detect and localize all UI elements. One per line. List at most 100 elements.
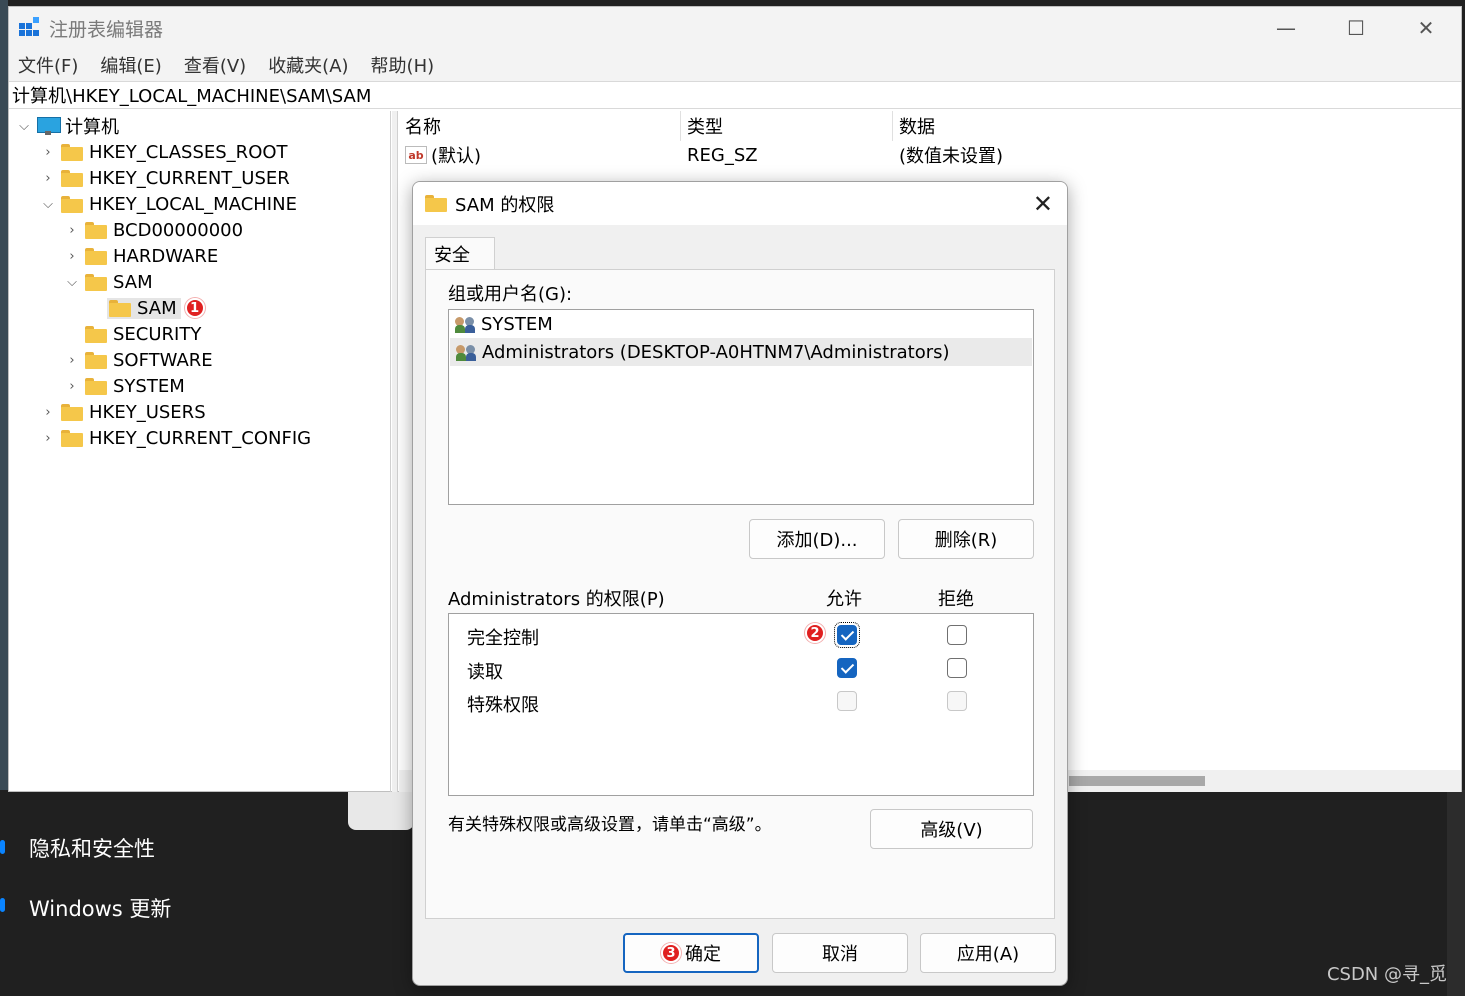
tree-node-software[interactable]: › SOFTWARE: [65, 347, 212, 373]
step-badge-2: 2: [805, 623, 825, 643]
registry-tree: ⌵ 计算机 › HKEY_CLASSES_ROOT › HKEY_CURRENT…: [9, 111, 391, 792]
list-header: 名称 类型 数据: [399, 111, 1461, 141]
remove-button[interactable]: 删除(R): [898, 519, 1034, 559]
tree-node-sam-sam-selected[interactable]: SAM 1: [107, 295, 205, 321]
dialog-title-bar[interactable]: SAM 的权限: [413, 182, 1067, 225]
title-bar[interactable]: 注册表编辑器 — ☐ ✕: [9, 7, 1461, 49]
tree-node-hku[interactable]: › HKEY_USERS: [41, 399, 205, 425]
chevron-down-icon[interactable]: ⌵: [17, 119, 31, 134]
tree-node-computer[interactable]: ⌵ 计算机: [17, 113, 119, 139]
folder-icon: [85, 221, 107, 239]
background-window-edge: [1447, 790, 1465, 996]
chevron-down-icon[interactable]: ⌵: [65, 275, 79, 290]
address-bar[interactable]: 计算机\HKEY_LOCAL_MACHINE\SAM\SAM: [9, 81, 1461, 109]
window-title: 注册表编辑器: [49, 18, 164, 41]
apply-button[interactable]: 应用(A): [920, 933, 1056, 973]
settings-indicator: [0, 840, 5, 854]
menu-file[interactable]: 文件(F): [18, 52, 78, 78]
user-name: SYSTEM: [481, 313, 553, 335]
tree-node-bcd[interactable]: › BCD00000000: [65, 217, 243, 243]
full-control-allow-checkbox[interactable]: [834, 622, 860, 648]
value-data: (数值未设置): [899, 146, 1004, 167]
string-value-icon: ab: [405, 146, 427, 164]
permission-full-control: 完全控制: [467, 628, 539, 649]
tree-node-hkcr[interactable]: › HKEY_CLASSES_ROOT: [41, 139, 288, 165]
tree-label: SAM: [113, 271, 153, 293]
tree-node-hklm[interactable]: ⌵ HKEY_LOCAL_MACHINE: [41, 191, 297, 217]
menu-favorites[interactable]: 收藏夹(A): [268, 52, 348, 78]
step-badge-3: 3: [661, 943, 681, 963]
permissions-label: Administrators 的权限(P): [448, 589, 665, 610]
menu-help[interactable]: 帮助(H): [371, 52, 435, 78]
deny-header: 拒绝: [938, 589, 974, 610]
folder-icon: [61, 195, 83, 213]
tree-label: HKEY_LOCAL_MACHINE: [89, 193, 297, 215]
permissions-list: 完全控制 2 读取 特殊权限: [448, 613, 1034, 796]
tree-node-hkcu[interactable]: › HKEY_CURRENT_USER: [41, 165, 290, 191]
chevron-right-icon[interactable]: ›: [65, 249, 79, 264]
list-item-selected[interactable]: Administrators (DESKTOP-A0HTNM7\Administ…: [450, 338, 1032, 366]
read-deny-checkbox[interactable]: [947, 658, 967, 678]
full-control-deny-checkbox[interactable]: [947, 625, 967, 645]
dialog-title: SAM 的权限: [455, 194, 555, 216]
permissions-dialog: SAM 的权限 ✕ 安全 组或用户名(G): SYSTEM Administra…: [412, 181, 1068, 986]
value-name: (默认): [431, 146, 482, 167]
folder-icon: [85, 247, 107, 265]
tree-node-system[interactable]: › SYSTEM: [65, 373, 184, 399]
watermark: CSDN @寻_觅: [1326, 964, 1447, 985]
chevron-right-icon[interactable]: ›: [41, 405, 55, 420]
column-header-data[interactable]: 数据: [893, 111, 1193, 141]
chevron-right-icon[interactable]: ›: [41, 431, 55, 446]
list-item[interactable]: SYSTEM: [449, 310, 1033, 338]
settings-item-windows-update[interactable]: Windows 更新: [29, 893, 171, 923]
tree-label: HKEY_CURRENT_CONFIG: [89, 427, 312, 449]
tree-node-hkcc[interactable]: › HKEY_CURRENT_CONFIG: [41, 425, 311, 451]
add-button[interactable]: 添加(D)...: [749, 519, 885, 559]
tab-security[interactable]: 安全: [425, 237, 495, 270]
close-button[interactable]: ✕: [1391, 7, 1461, 49]
tree-node-sam[interactable]: ⌵ SAM: [65, 269, 153, 295]
ok-label: 确定: [685, 944, 721, 965]
pane-splitter[interactable]: [392, 111, 398, 792]
chevron-down-icon[interactable]: ⌵: [41, 197, 55, 212]
tree-label: HKEY_CURRENT_USER: [89, 167, 290, 189]
close-icon[interactable]: ✕: [1033, 190, 1053, 218]
background-window: [348, 790, 414, 830]
tree-label: BCD00000000: [113, 219, 244, 241]
chevron-right-icon[interactable]: ›: [65, 379, 79, 394]
permission-read: 读取: [467, 662, 503, 683]
settings-indicator: [0, 898, 5, 912]
cancel-button[interactable]: 取消: [772, 933, 908, 973]
folder-icon: [61, 429, 83, 447]
tree-node-security[interactable]: SECURITY: [85, 321, 201, 347]
chevron-right-icon[interactable]: ›: [41, 145, 55, 160]
permission-special: 特殊权限: [467, 695, 539, 716]
menu-view[interactable]: 查看(V): [184, 52, 246, 78]
ok-button[interactable]: 3 确定: [623, 933, 759, 973]
folder-icon: [85, 273, 107, 291]
security-tab-panel: 组或用户名(G): SYSTEM Administrators (DESKTOP…: [425, 269, 1055, 919]
chevron-right-icon[interactable]: ›: [65, 223, 79, 238]
step-badge-1: 1: [184, 298, 205, 318]
read-allow-checkbox[interactable]: [837, 658, 857, 678]
tree-label: HKEY_CLASSES_ROOT: [89, 141, 288, 163]
maximize-button[interactable]: ☐: [1321, 7, 1391, 49]
tree-node-hardware[interactable]: › HARDWARE: [65, 243, 218, 269]
menu-edit[interactable]: 编辑(E): [100, 52, 161, 78]
chevron-right-icon[interactable]: ›: [41, 171, 55, 186]
tree-label: HARDWARE: [113, 245, 219, 267]
column-header-type[interactable]: 类型: [681, 111, 893, 141]
tree-label: 计算机: [65, 117, 119, 138]
folder-icon: [61, 143, 83, 161]
scrollbar-thumb[interactable]: [1069, 776, 1205, 786]
chevron-right-icon[interactable]: ›: [65, 353, 79, 368]
minimize-button[interactable]: —: [1251, 7, 1321, 49]
regedit-app-icon: [19, 17, 41, 39]
advanced-button[interactable]: 高级(V): [870, 809, 1033, 849]
settings-item-privacy[interactable]: 隐私和安全性: [29, 833, 155, 863]
list-item[interactable]: ab (默认) REG_SZ (数值未设置): [399, 141, 1461, 169]
folder-icon: [109, 299, 131, 317]
column-header-name[interactable]: 名称: [399, 111, 681, 141]
users-listbox[interactable]: SYSTEM Administrators (DESKTOP-A0HTNM7\A…: [448, 309, 1034, 505]
desktop-background-strip: [0, 0, 8, 790]
